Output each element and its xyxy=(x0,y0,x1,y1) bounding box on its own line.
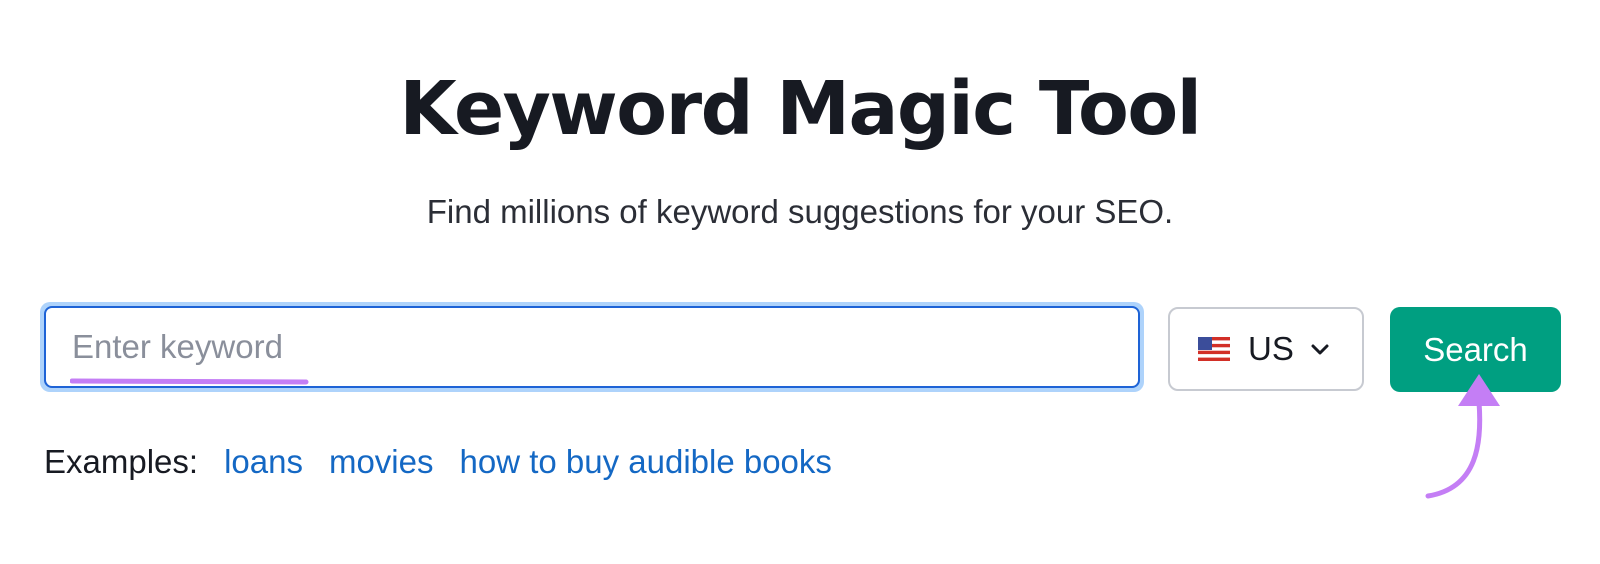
example-link-audible-books[interactable]: how to buy audible books xyxy=(459,440,831,484)
example-link-loans[interactable]: loans xyxy=(224,440,303,484)
page-subtitle: Find millions of keyword suggestions for… xyxy=(426,193,1174,230)
search-input-wrapper xyxy=(40,302,1144,392)
examples-row: Examples: loans movies how to buy audibl… xyxy=(44,440,858,484)
chevron-down-icon xyxy=(1311,344,1329,355)
country-label: US xyxy=(1248,330,1294,367)
keyword-magic-page: Keyword Magic Tool Find millions of keyw… xyxy=(0,0,1600,564)
country-selector[interactable]: US xyxy=(1168,307,1364,391)
keyword-input[interactable] xyxy=(44,306,1140,388)
us-flag-icon xyxy=(1198,337,1230,361)
examples-label: Examples: xyxy=(44,443,199,480)
page-title: Keyword Magic Tool xyxy=(399,66,1202,152)
example-link-movies[interactable]: movies xyxy=(329,440,434,484)
search-button[interactable]: Search xyxy=(1390,307,1561,392)
